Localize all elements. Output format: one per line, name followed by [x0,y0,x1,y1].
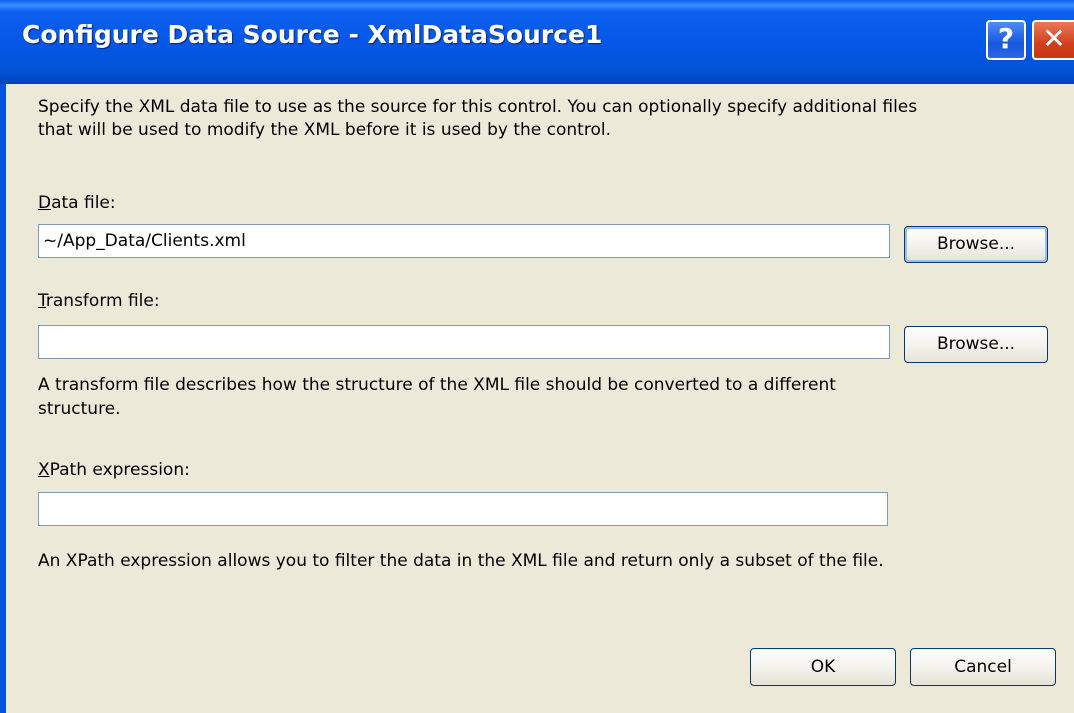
xpath-label: XPath expression: [38,459,190,481]
window-border [0,84,6,713]
xpath-label-text: Path expression: [49,460,190,480]
data-file-mnemonic: D [38,193,52,213]
description-line-1: Specify the XML data file to use as the … [38,97,918,117]
data-file-browse-button[interactable]: Browse... [904,226,1048,263]
help-icon: ? [997,22,1015,55]
transform-file-label-text: ransform file: [45,291,160,311]
data-file-input[interactable]: ~/App_Data/Clients.xml [38,224,890,258]
title-bar[interactable]: Configure Data Source - XmlDataSource1 ?… [0,0,1074,84]
data-file-label-text: ata file: [51,193,116,213]
close-button[interactable]: ✕ [1032,20,1074,60]
help-button[interactable]: ? [986,20,1026,60]
cancel-button[interactable]: Cancel [910,648,1056,686]
transform-file-label: Transform file: [38,290,160,312]
transform-file-mnemonic: T [38,291,46,311]
xpath-help-text: An XPath expression allows you to filter… [38,551,884,571]
transform-help-line-2: structure. [38,399,121,419]
transform-file-input[interactable] [38,325,890,359]
ok-button[interactable]: OK [750,648,896,686]
data-file-label: Data file: [38,192,116,214]
description-line-2: that will be used to modify the XML befo… [38,120,611,140]
dialog-title: Configure Data Source - XmlDataSource1 [22,20,603,49]
transform-file-browse-button[interactable]: Browse... [904,326,1048,363]
close-icon: ✕ [1042,22,1066,55]
configure-data-source-dialog: Configure Data Source - XmlDataSource1 ?… [0,0,1074,713]
xpath-mnemonic: X [38,460,50,480]
transform-help-line-1: A transform file describes how the struc… [38,375,836,395]
xpath-input[interactable] [38,492,888,526]
